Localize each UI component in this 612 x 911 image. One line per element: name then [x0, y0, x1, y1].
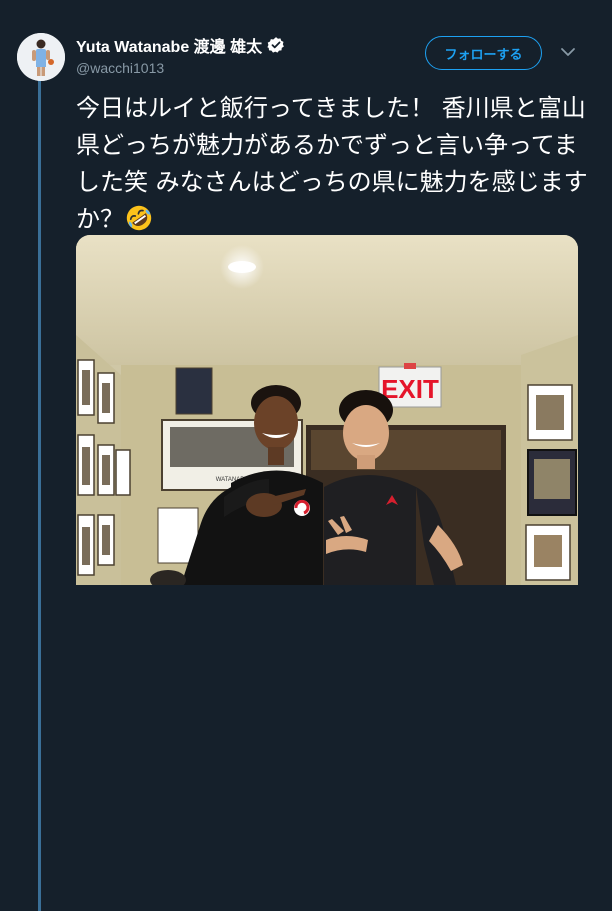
thread-line	[38, 78, 41, 911]
chevron-down-icon[interactable]	[560, 46, 576, 58]
tweet-text: 今日はルイと飯行ってきました！ 香川県と富山県どっちが魅力があるかでずっと言い争…	[76, 90, 588, 238]
exit-sign-text: EXIT	[381, 374, 439, 404]
player-avatar-icon	[17, 33, 65, 81]
avatar[interactable]	[17, 33, 65, 81]
tweet-author[interactable]: Yuta Watanabe 渡邊 雄太 @wacchi1013	[76, 33, 285, 76]
photo-image: WATANABE EXIT	[76, 235, 578, 585]
author-name[interactable]: Yuta Watanabe 渡邊 雄太	[76, 33, 262, 57]
verified-badge-icon	[267, 37, 284, 53]
rolling-on-floor-laughing-emoji-icon	[126, 205, 152, 231]
author-handle[interactable]: @wacchi1013	[76, 60, 285, 76]
tweet-page: Yuta Watanabe 渡邊 雄太 @wacchi1013 フォローする 今…	[0, 0, 612, 911]
tweet-photo[interactable]: WATANABE EXIT	[76, 235, 578, 585]
follow-button[interactable]: フォローする	[425, 36, 542, 70]
